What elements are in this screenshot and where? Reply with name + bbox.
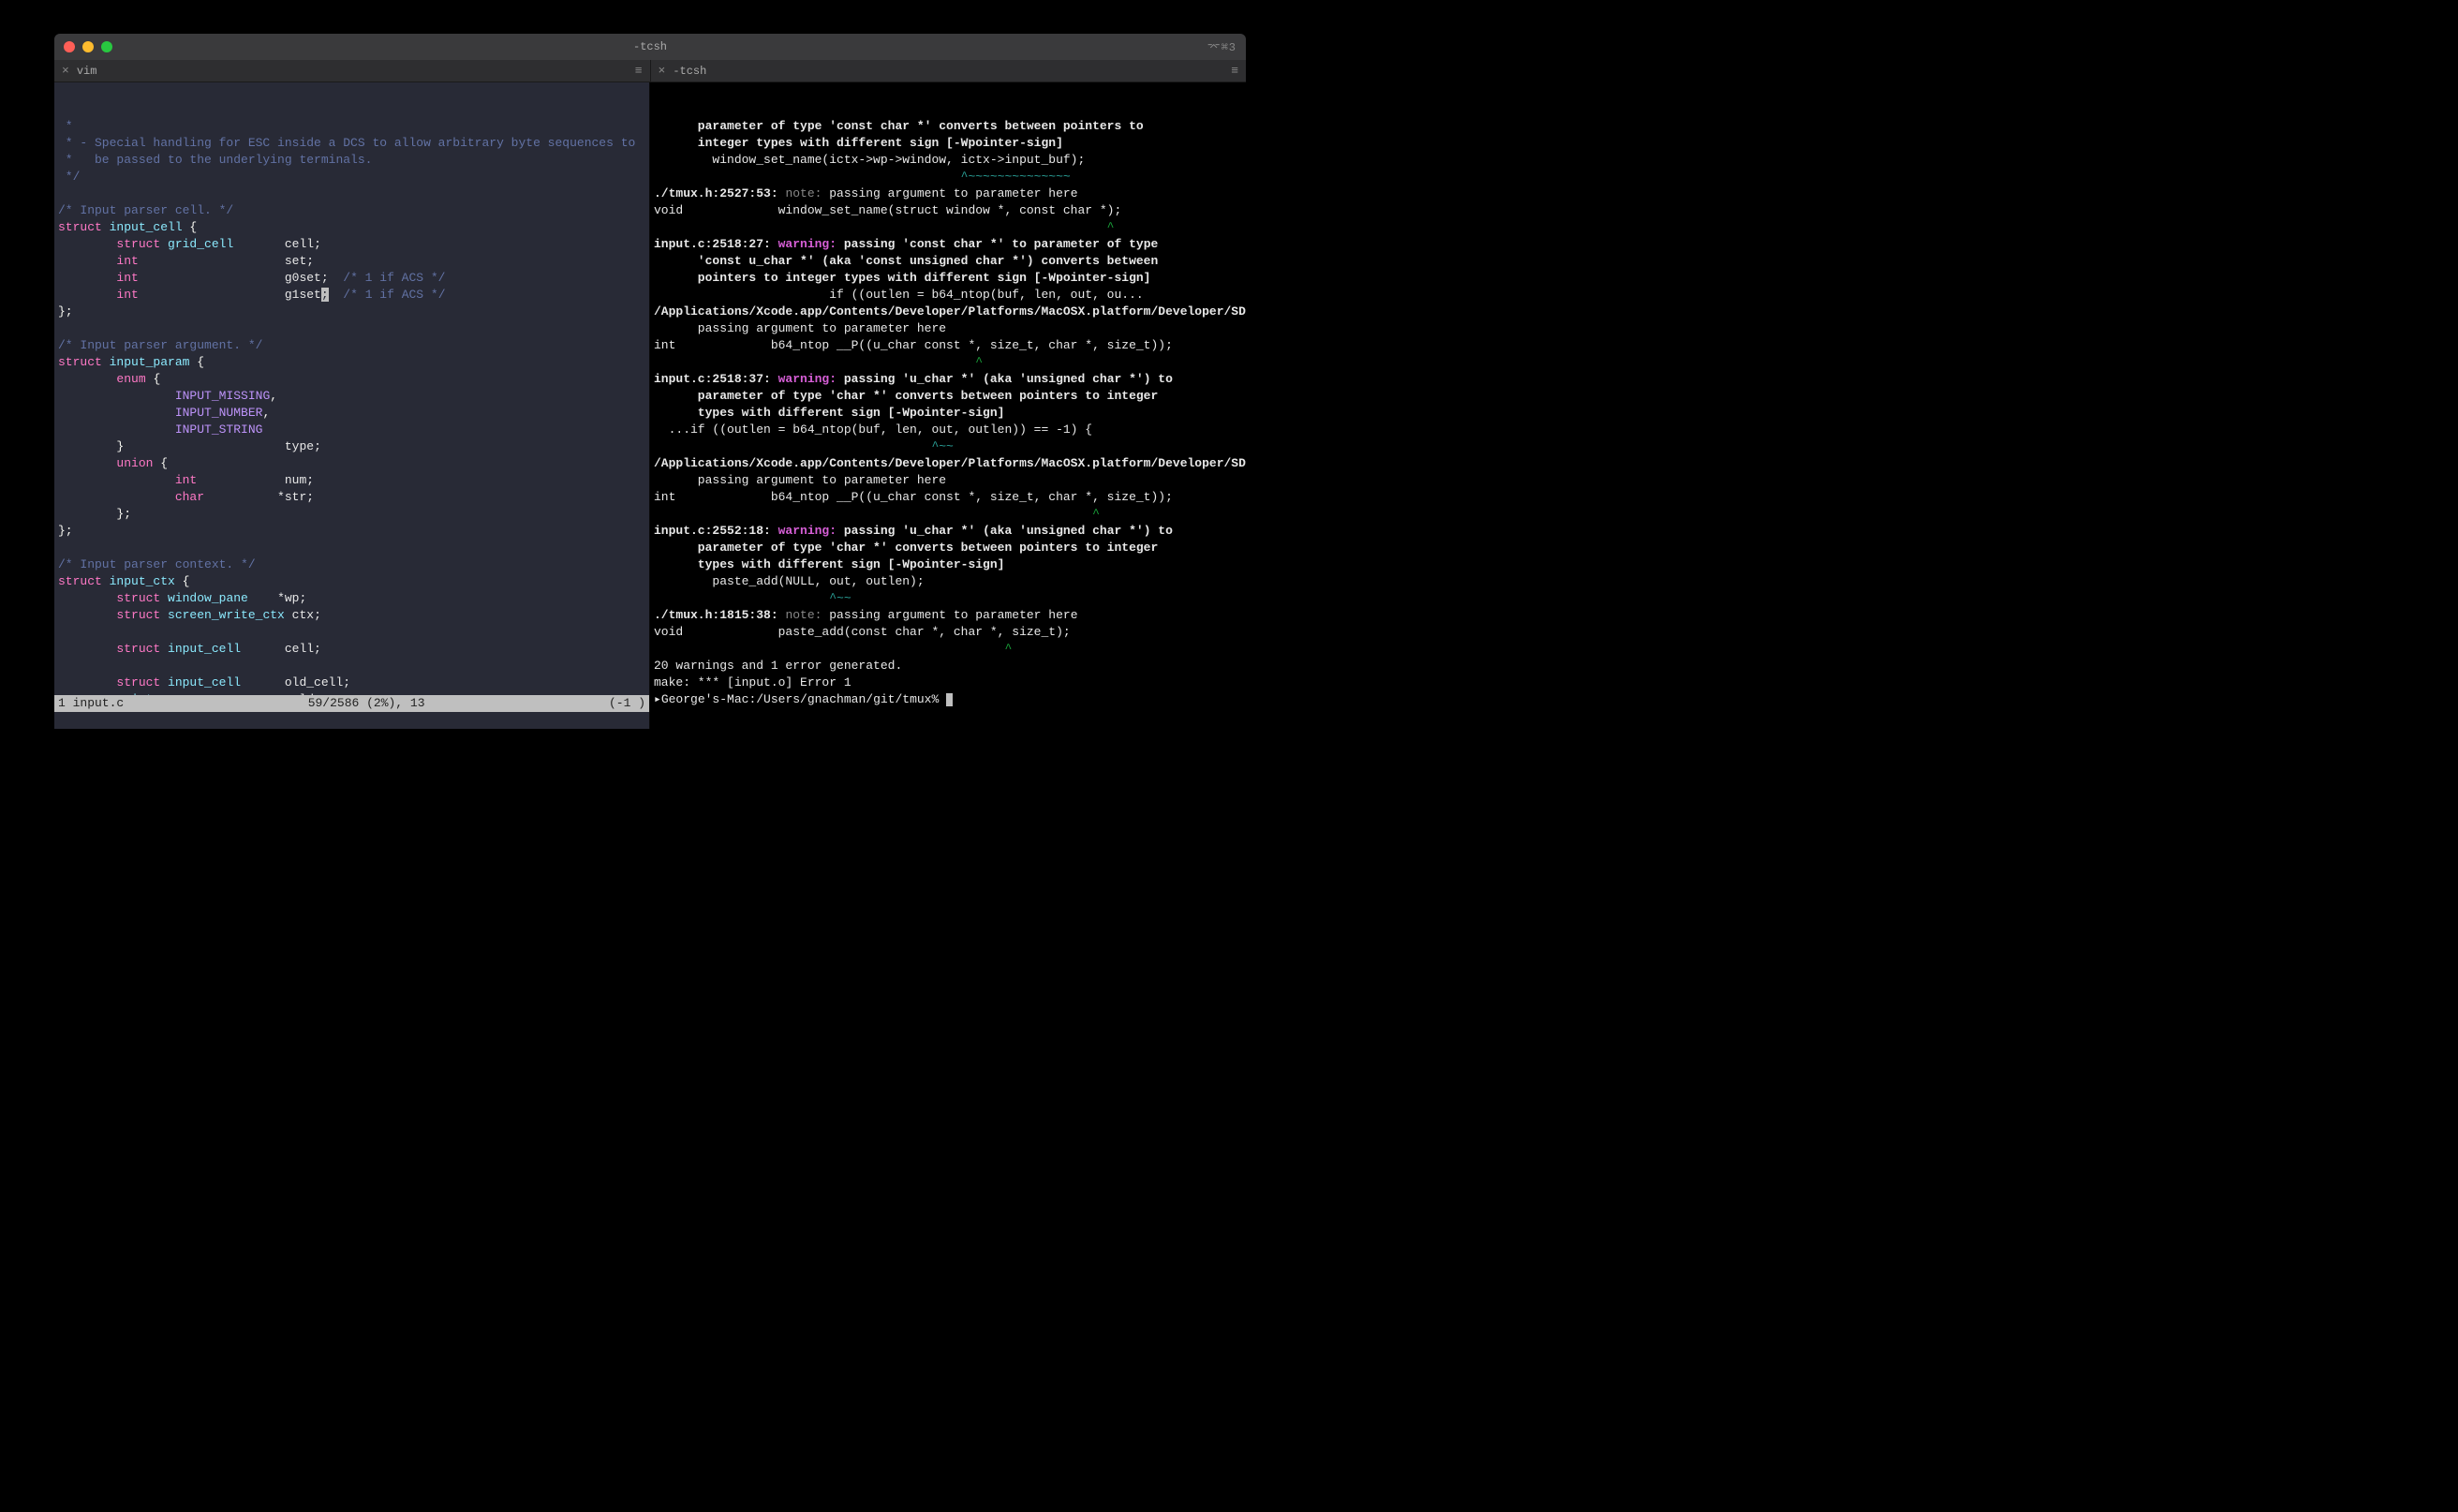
vim-line: int g1set; /* 1 if ACS */ [58,287,645,304]
vim-line: /* Input parser argument. */ [58,337,645,354]
shell-line: ^~~ [654,438,1242,455]
shell-line: ^ [654,506,1242,523]
vim-line: struct input_cell { [58,219,645,236]
shell-line: 'const u_char *' (aka 'const unsigned ch… [654,253,1242,270]
vim-statusline: 1 input.c 59/2586 (2%), 13 (-1 ) [54,695,649,712]
shell-line: ./tmux.h:1815:38: note: passing argument… [654,607,1242,624]
vim-line: * - Special handling for ESC inside a DC… [58,135,645,152]
vim-line: struct input_cell cell; [58,641,645,658]
shell-line: input.c:2518:37: warning: passing 'u_cha… [654,371,1242,388]
vim-line: char *str; [58,489,645,506]
vim-line: INPUT_MISSING, [58,388,645,405]
tabbar: × vim ≡ × -tcsh ≡ [54,60,1246,82]
shell-pane[interactable]: parameter of type 'const char *' convert… [650,82,1246,729]
vim-line [58,540,645,556]
close-window-button[interactable] [64,41,75,52]
shell-line: pointers to integer types with different… [654,270,1242,287]
vim-line: /* Input parser context. */ [58,556,645,573]
vim-line: struct screen_write_ctx ctx; [58,607,645,624]
shell-line: int b64_ntop __P((u_char const *, size_t… [654,489,1242,506]
vim-line: }; [58,304,645,320]
shell-line: void paste_add(const char *, char *, siz… [654,624,1242,641]
shell-line: int b64_ntop __P((u_char const *, size_t… [654,337,1242,354]
shell-line: if ((outlen = b64_ntop(buf, len, out, ou… [654,287,1242,304]
shell-line: /Applications/Xcode.app/Contents/Develop… [654,304,1242,320]
shell-line: ^ [654,219,1242,236]
shell-line: types with different sign [-Wpointer-sig… [654,405,1242,422]
split-content: * * - Special handling for ESC inside a … [54,82,1246,729]
vim-status-left: 1 input.c [58,695,124,712]
shell-prompt[interactable]: ▸George's-Mac:/Users/gnachman/git/tmux% [654,691,1242,708]
vim-line: }; [58,523,645,540]
shell-line: parameter of type 'const char *' convert… [654,118,1242,135]
vim-line [58,185,645,202]
vim-line: * [58,118,645,135]
shell-line: ^~~ [654,590,1242,607]
vim-line: INPUT_STRING [58,422,645,438]
close-tab-icon[interactable]: × [659,64,666,78]
vim-line: struct input_cell old_cell; [58,674,645,691]
vim-line: }; [58,506,645,523]
tab-right-label: -tcsh [673,65,706,78]
shell-output[interactable]: parameter of type 'const char *' convert… [654,118,1242,708]
vim-pane[interactable]: * * - Special handling for ESC inside a … [54,82,650,729]
close-tab-icon[interactable]: × [62,64,69,78]
vim-line: } type; [58,438,645,455]
vim-line: struct grid_cell cell; [58,236,645,253]
shell-line: ./tmux.h:2527:53: note: passing argument… [654,185,1242,202]
traffic-lights [64,41,112,52]
window-shortcut-indicator: ⌤⌘3 [1207,40,1236,54]
tab-left[interactable]: × vim ≡ [54,60,651,82]
vim-status-right: (-1 ) [609,695,645,712]
vim-status-center: 59/2586 (2%), 13 [308,695,425,712]
vim-line: int set; [58,253,645,270]
shell-line: passing argument to parameter here [654,472,1242,489]
vim-line: struct window_pane *wp; [58,590,645,607]
tab-left-label: vim [77,65,97,78]
vim-line: * be passed to the underlying terminals. [58,152,645,169]
shell-line: ^ [654,354,1242,371]
vim-commandline[interactable] [54,712,649,729]
shell-line: ^ [654,641,1242,658]
vim-line: INPUT_NUMBER, [58,405,645,422]
minimize-window-button[interactable] [82,41,94,52]
zoom-window-button[interactable] [101,41,112,52]
shell-line: ^~~~~~~~~~~~~~~ [654,169,1242,185]
terminal-window: -tcsh ⌤⌘3 × vim ≡ × -tcsh ≡ * * - Specia… [54,34,1246,729]
window-title: -tcsh [633,40,667,53]
shell-cursor [946,693,953,706]
vim-line: enum { [58,371,645,388]
shell-line: types with different sign [-Wpointer-sig… [654,556,1242,573]
tab-menu-icon[interactable]: ≡ [635,64,643,78]
vim-line [58,624,645,641]
tab-menu-icon[interactable]: ≡ [1231,64,1238,78]
titlebar[interactable]: -tcsh ⌤⌘3 [54,34,1246,60]
shell-line: 20 warnings and 1 error generated. [654,658,1242,674]
vim-line: */ [58,169,645,185]
shell-line: input.c:2552:18: warning: passing 'u_cha… [654,523,1242,540]
vim-line [58,658,645,674]
vim-line: int g0set; /* 1 if ACS */ [58,270,645,287]
shell-line: parameter of type 'char *' converts betw… [654,388,1242,405]
vim-line: struct input_param { [58,354,645,371]
shell-line: passing argument to parameter here [654,320,1242,337]
shell-line: integer types with different sign [-Wpoi… [654,135,1242,152]
shell-line: paste_add(NULL, out, outlen); [654,573,1242,590]
shell-line: /Applications/Xcode.app/Contents/Develop… [654,455,1242,472]
vim-line: /* Input parser cell. */ [58,202,645,219]
shell-line: ...if ((outlen = b64_ntop(buf, len, out,… [654,422,1242,438]
shell-line: make: *** [input.o] Error 1 [654,674,1242,691]
shell-line: input.c:2518:27: warning: passing 'const… [654,236,1242,253]
shell-line: parameter of type 'char *' converts betw… [654,540,1242,556]
vim-line: int num; [58,472,645,489]
vim-line: union { [58,455,645,472]
vim-line: struct input_ctx { [58,573,645,590]
shell-line: void window_set_name(struct window *, co… [654,202,1242,219]
vim-line [58,320,645,337]
shell-line: window_set_name(ictx->wp->window, ictx->… [654,152,1242,169]
tab-right[interactable]: × -tcsh ≡ [651,60,1247,82]
vim-buffer[interactable]: * * - Special handling for ESC inside a … [54,116,649,710]
